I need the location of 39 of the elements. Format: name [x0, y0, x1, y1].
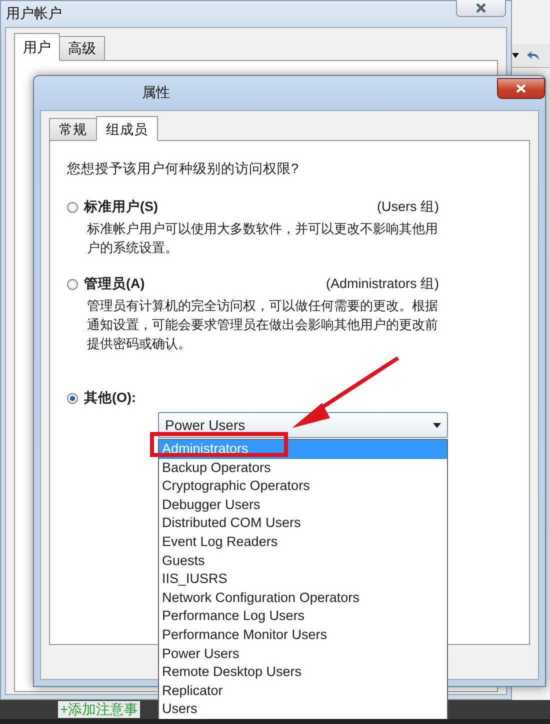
window-title: 用户帐户	[6, 4, 62, 23]
dropdown-option[interactable]: Performance Log Users	[159, 607, 447, 626]
dropdown-option[interactable]: Power Users	[159, 644, 447, 664]
caret-icon[interactable]	[512, 53, 519, 58]
radio-button[interactable]	[67, 278, 78, 290]
close-button[interactable]	[456, 0, 506, 17]
option-label: 其他(O):	[84, 389, 136, 407]
close-button[interactable]	[497, 78, 545, 99]
dropdown-option[interactable]: Guests	[159, 552, 447, 570]
dialog-title: 属性	[142, 83, 170, 102]
option-description: 管理员有计算机的完全访问权，可以做任何需要的更改。根据通知设置，可能会要求管理员在做出会影响其他用户的更改前提供密码或确认。	[87, 297, 439, 353]
dropdown-option[interactable]: Debugger Users	[159, 496, 447, 514]
radio-button[interactable]	[67, 202, 78, 212]
dropdown-option[interactable]: IIS_IUSRS	[159, 570, 447, 589]
group-name: (Users 组)	[377, 198, 439, 216]
option-description: 标准帐户用户可以使用大多数软件，并可以更改不影响其他用户的系统设置。	[87, 220, 439, 257]
radio-button[interactable]	[67, 392, 78, 404]
tab[interactable]: 高级	[59, 36, 105, 61]
dropdown-option[interactable]: Remote Desktop Users	[159, 663, 447, 682]
question-text: 您想授予该用户何种级别的访问权限?	[67, 160, 299, 178]
dropdown-option[interactable]: Replicator	[159, 682, 447, 700]
dropdown-option[interactable]: Event Log Readers	[159, 532, 447, 552]
group-name: (Administrators 组)	[326, 275, 439, 293]
dropdown-option[interactable]: Network Configuration Operators	[159, 588, 447, 608]
option-label: 管理员(A)	[84, 275, 145, 293]
group-dropdown[interactable]: Power Users	[158, 412, 448, 438]
dropdown-option[interactable]: Distributed COM Users	[159, 514, 447, 533]
caret-icon	[433, 422, 441, 428]
dropdown-option[interactable]: Users	[159, 700, 447, 719]
close-icon	[516, 84, 526, 93]
option-label: 标准用户(S)	[84, 198, 158, 216]
dropdown-option[interactable]: Cryptographic Operators	[159, 477, 447, 496]
close-icon	[475, 3, 487, 13]
undo-arrow-icon[interactable]	[527, 50, 541, 62]
tab[interactable]: 常规	[49, 118, 97, 141]
dropdown-option[interactable]: Backup Operators	[159, 458, 447, 478]
dropdown-option[interactable]: Performance Monitor Users	[159, 626, 447, 645]
tab[interactable]: 组成员	[96, 116, 158, 141]
tab[interactable]: 用户	[14, 33, 60, 61]
